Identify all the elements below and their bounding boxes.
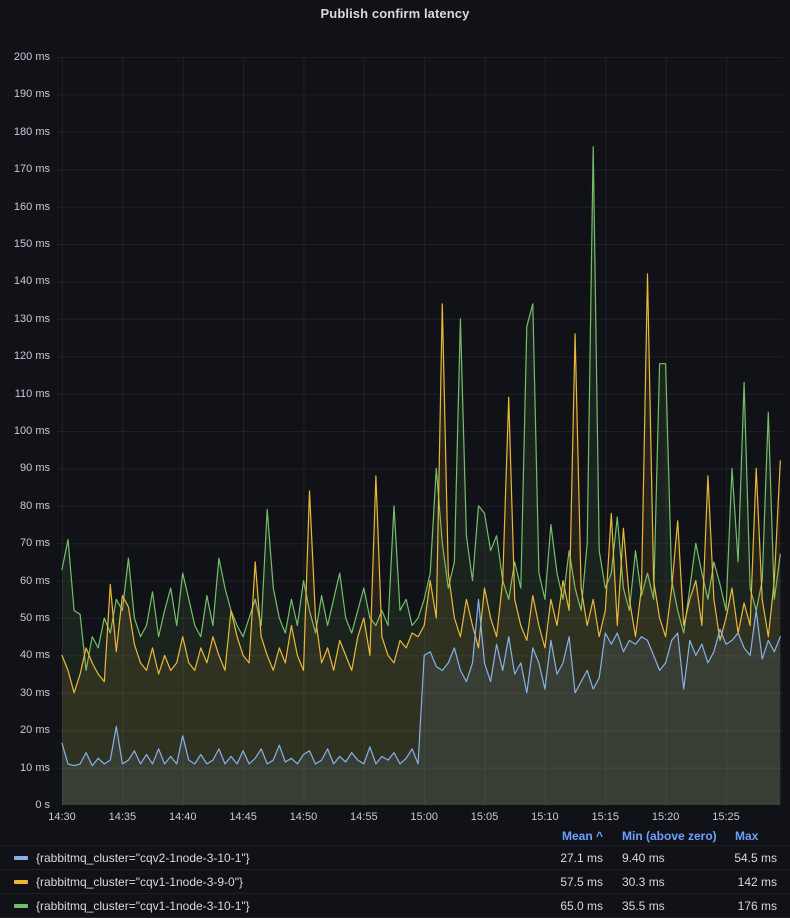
y-axis-tick-label: 150 ms	[0, 237, 50, 251]
y-axis-tick-label: 30 ms	[0, 686, 50, 700]
y-axis-tick-label: 120 ms	[0, 349, 50, 363]
x-axis-tick-label: 15:20	[636, 810, 696, 824]
legend-max-value: 176 ms	[717, 899, 777, 913]
y-axis-tick-label: 90 ms	[0, 461, 50, 475]
x-axis-tick-label: 14:45	[213, 810, 273, 824]
legend-max-value: 142 ms	[717, 875, 777, 889]
legend-header-max[interactable]: Max	[717, 829, 777, 843]
y-axis-tick-label: 20 ms	[0, 723, 50, 737]
legend-row[interactable]: {rabbitmq_cluster="cqv2-1node-3-10-1"} 27…	[0, 845, 790, 869]
legend-mean-value: 65.0 ms	[531, 899, 619, 913]
y-axis-tick-label: 130 ms	[0, 312, 50, 326]
y-axis-tick-label: 110 ms	[0, 387, 50, 401]
y-axis-tick-label: 160 ms	[0, 200, 50, 214]
legend-min-value: 9.40 ms	[619, 851, 717, 865]
y-axis-tick-label: 170 ms	[0, 162, 50, 176]
x-axis-tick-label: 15:15	[575, 810, 635, 824]
legend-min-value: 35.5 ms	[619, 899, 717, 913]
y-axis-tick-label: 60 ms	[0, 574, 50, 588]
y-axis-tick-label: 70 ms	[0, 536, 50, 550]
legend-min-value: 30.3 ms	[619, 875, 717, 889]
legend-row[interactable]: {rabbitmq_cluster="cqv1-1node-3-10-1"} 65…	[0, 893, 790, 918]
legend-series-label[interactable]: {rabbitmq_cluster="cqv2-1node-3-10-1"}	[36, 851, 250, 865]
x-axis-tick-label: 15:25	[696, 810, 756, 824]
series-color-swatch[interactable]	[14, 880, 28, 884]
x-axis-tick-label: 14:55	[334, 810, 394, 824]
legend-series-label[interactable]: {rabbitmq_cluster="cqv1-1node-3-10-1"}	[36, 899, 250, 913]
x-axis-tick-label: 14:35	[92, 810, 152, 824]
y-axis-tick-label: 80 ms	[0, 499, 50, 513]
y-axis-tick-label: 200 ms	[0, 50, 50, 64]
legend-table: Mean ^ Min (above zero) Max {rabbitmq_cl…	[0, 826, 790, 916]
x-axis-tick-label: 15:10	[515, 810, 575, 824]
y-axis-tick-label: 180 ms	[0, 125, 50, 139]
legend-label-wrap: {rabbitmq_cluster="cqv2-1node-3-10-1"}	[14, 851, 531, 865]
panel-title: Publish confirm latency	[0, 6, 790, 21]
x-axis-tick-label: 14:50	[273, 810, 333, 824]
legend-max-value: 54.5 ms	[717, 851, 777, 865]
y-axis-tick-label: 10 ms	[0, 761, 50, 775]
legend-row[interactable]: {rabbitmq_cluster="cqv1-1node-3-9-0"} 57.…	[0, 869, 790, 893]
y-axis-tick-label: 190 ms	[0, 87, 50, 101]
legend-mean-value: 27.1 ms	[531, 851, 619, 865]
series-color-swatch[interactable]	[14, 856, 28, 860]
series-color-swatch[interactable]	[14, 904, 28, 908]
chart-plot-area[interactable]	[57, 57, 783, 805]
y-axis-tick-label: 50 ms	[0, 611, 50, 625]
x-axis-tick-label: 15:00	[394, 810, 454, 824]
y-axis-tick-label: 40 ms	[0, 648, 50, 662]
y-axis-tick-label: 140 ms	[0, 274, 50, 288]
legend-mean-value: 57.5 ms	[531, 875, 619, 889]
y-axis-tick-label: 100 ms	[0, 424, 50, 438]
legend-series-label[interactable]: {rabbitmq_cluster="cqv1-1node-3-9-0"}	[36, 875, 243, 889]
x-axis-tick-label: 14:40	[153, 810, 213, 824]
legend-header-row: Mean ^ Min (above zero) Max	[0, 826, 790, 845]
x-axis-tick-label: 15:05	[455, 810, 515, 824]
legend-header-mean[interactable]: Mean ^	[531, 829, 619, 843]
legend-header-min[interactable]: Min (above zero)	[619, 829, 717, 843]
legend-label-wrap: {rabbitmq_cluster="cqv1-1node-3-10-1"}	[14, 899, 531, 913]
legend-label-wrap: {rabbitmq_cluster="cqv1-1node-3-9-0"}	[14, 875, 531, 889]
x-axis-tick-label: 14:30	[32, 810, 92, 824]
time-series-chart	[57, 57, 783, 805]
